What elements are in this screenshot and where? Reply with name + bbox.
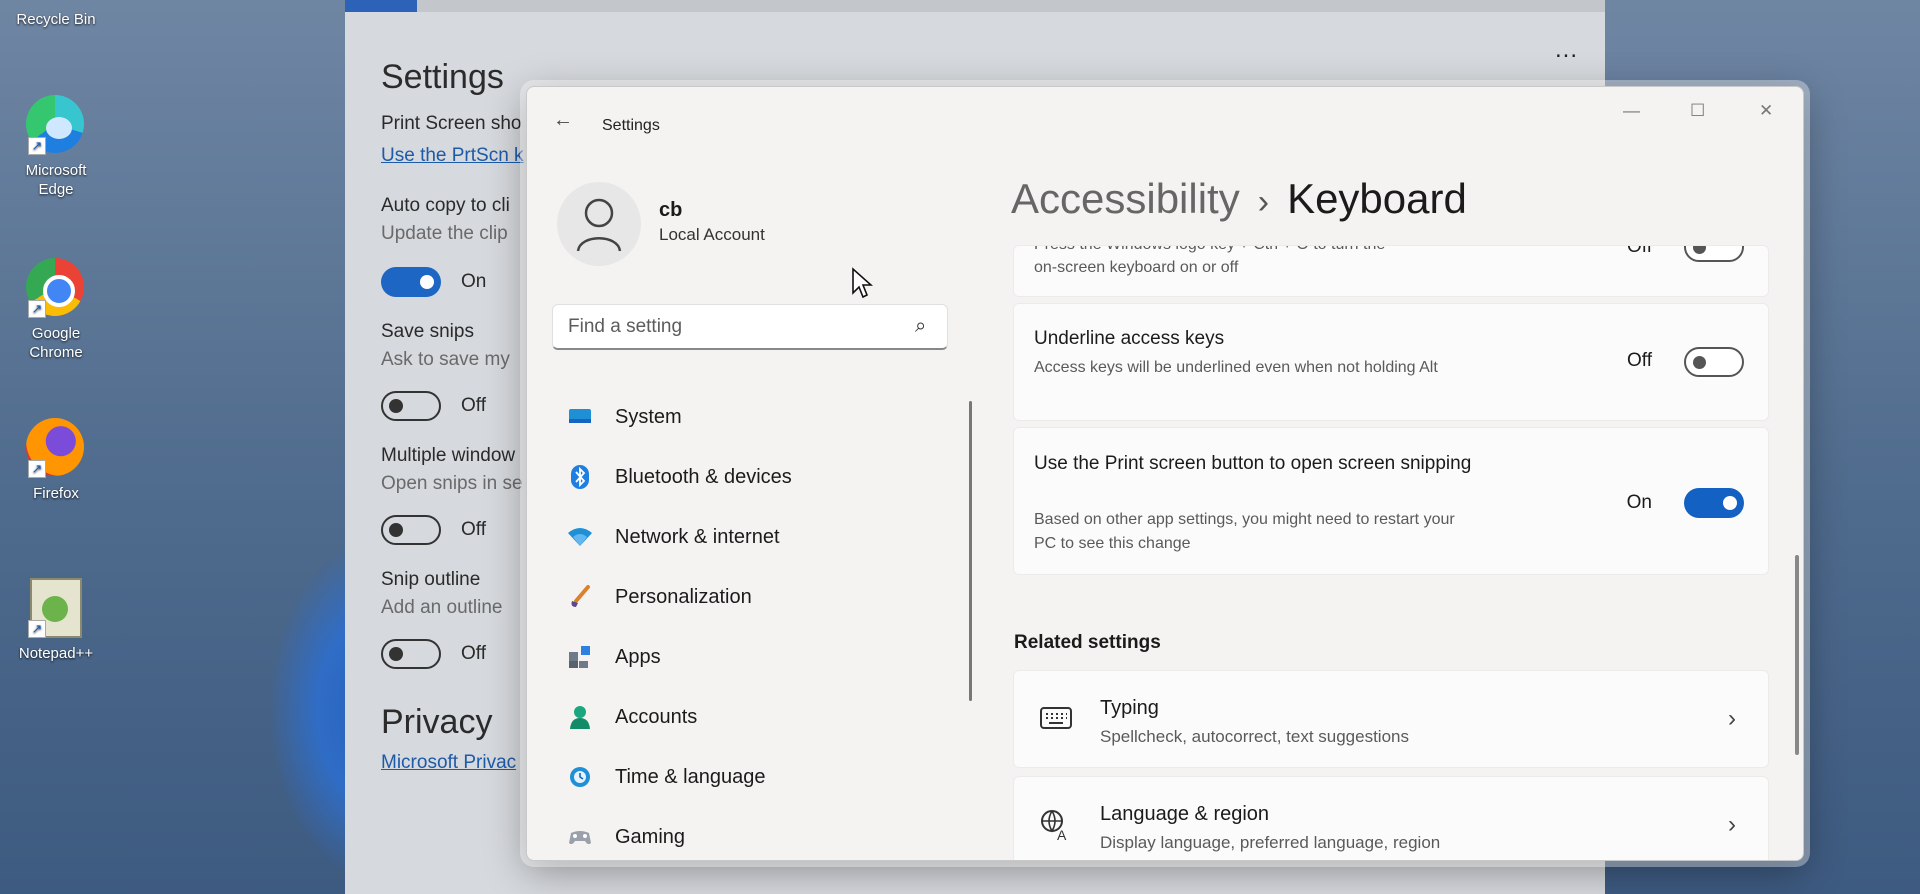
desktop-icon-recycle-bin[interactable]: Recycle Bin xyxy=(8,10,104,29)
sidebar-item-label: Gaming xyxy=(615,825,686,848)
sidebar-scrollbar[interactable] xyxy=(969,401,972,701)
sidebar-item-system[interactable]: System xyxy=(567,387,927,447)
sidebar-item-network[interactable]: Network & internet xyxy=(567,507,927,567)
related-item-typing[interactable]: Typing Spellcheck, autocorrect, text sug… xyxy=(1013,670,1769,768)
desktop-icon-label: Google Chrome xyxy=(29,325,83,361)
auto-copy-toggle[interactable] xyxy=(381,267,441,297)
toggle-state: Off xyxy=(461,395,486,416)
toggle-state: On xyxy=(461,271,487,292)
apps-icon xyxy=(567,644,593,670)
monitor-icon xyxy=(567,404,593,430)
window-top-bar xyxy=(417,0,1605,12)
setting-title: Underline access keys xyxy=(1034,328,1225,349)
content-scrollbar[interactable] xyxy=(1795,555,1799,755)
avatar[interactable] xyxy=(557,182,641,266)
multiple-windows-toggle[interactable] xyxy=(381,515,441,545)
sidebar-item-label: Apps xyxy=(615,645,661,668)
user-name: cb xyxy=(659,199,683,221)
sidebar-nav: System Bluetooth & devices Network & int… xyxy=(567,387,927,860)
snip-outline-toggle[interactable] xyxy=(381,639,441,669)
sidebar-item-personalization[interactable]: Personalization xyxy=(567,567,927,627)
language-icon: A xyxy=(1040,809,1072,846)
sidebar-item-label: Accounts xyxy=(615,705,698,728)
shortcut-arrow-icon: ↗ xyxy=(28,300,46,318)
setting-card-underline-access-keys: Underline access keys Access keys will b… xyxy=(1013,303,1769,421)
search-icon: ⌕ xyxy=(915,315,927,337)
toggle-state: Off xyxy=(461,519,486,540)
chevron-right-icon: › xyxy=(1728,705,1736,732)
keyboard-icon xyxy=(1040,707,1072,734)
search-input[interactable] xyxy=(552,304,948,350)
setting-card-print-screen: Use the Print screen button to open scre… xyxy=(1013,427,1769,575)
more-options-button[interactable]: ... xyxy=(1555,36,1578,64)
desktop-icon-label: Firefox xyxy=(33,485,79,502)
setting-subtitle: Access keys will be underlined even when… xyxy=(1034,359,1438,376)
controller-icon xyxy=(567,824,593,850)
window-title: Settings xyxy=(602,117,660,134)
sidebar-item-label: Personalization xyxy=(615,585,752,608)
desktop-icon-notepadpp[interactable]: ↗ Notepad++ xyxy=(8,578,104,663)
page-title: Keyboard xyxy=(1287,175,1467,222)
related-settings-heading: Related settings xyxy=(1014,632,1161,653)
window-accent-bar xyxy=(345,0,417,12)
onscreen-keyboard-toggle[interactable] xyxy=(1684,246,1744,262)
desktop-icon-label: Microsoft Edge xyxy=(25,162,87,198)
close-icon[interactable]: ✕ xyxy=(1759,101,1773,121)
breadcrumb-parent[interactable]: Accessibility xyxy=(1011,175,1240,222)
globe-clock-icon xyxy=(567,764,593,790)
toggle-state: Off xyxy=(1627,245,1652,257)
sidebar-item-gaming[interactable]: Gaming xyxy=(567,807,927,860)
bluetooth-icon xyxy=(567,464,593,490)
settings-window: ← Settings — ☐ ✕ cb Local Account ⌕ Syst… xyxy=(526,86,1804,861)
person-icon xyxy=(567,704,593,730)
desktop-icon-chrome[interactable]: ↗ Google Chrome xyxy=(8,258,104,362)
svg-text:A: A xyxy=(1057,827,1067,841)
minimize-icon[interactable]: — xyxy=(1623,101,1640,121)
shortcut-arrow-icon: ↗ xyxy=(28,137,46,155)
toggle-state: Off xyxy=(1627,350,1652,371)
back-arrow-icon[interactable]: ← xyxy=(553,109,573,132)
shortcut-arrow-icon: ↗ xyxy=(28,620,46,638)
sidebar-item-label: System xyxy=(615,405,682,428)
related-item-title: Typing xyxy=(1100,697,1159,719)
account-type: Local Account xyxy=(659,225,765,244)
sidebar-item-time-language[interactable]: Time & language xyxy=(567,747,927,807)
chevron-right-icon: › xyxy=(1728,811,1736,838)
desktop-icon-edge[interactable]: ↗ Microsoft Edge xyxy=(8,95,104,199)
toggle-state: Off xyxy=(461,643,486,664)
mouse-cursor-icon xyxy=(852,267,873,299)
settings-list: Press the Windows logo key + Ctrl + O to… xyxy=(1013,245,1769,581)
related-item-subtitle: Spellcheck, autocorrect, text suggestion… xyxy=(1100,727,1409,746)
setting-title: Press the Windows logo key + Ctrl + O to… xyxy=(1034,246,1385,254)
setting-subtitle: on-screen keyboard on or off xyxy=(1034,259,1239,276)
print-screen-toggle[interactable] xyxy=(1684,488,1744,518)
related-item-language-region[interactable]: A Language & region Display language, pr… xyxy=(1013,776,1769,860)
shortcut-arrow-icon: ↗ xyxy=(28,460,46,478)
toggle-state: On xyxy=(1626,492,1652,513)
desktop-icon-label: Notepad++ xyxy=(18,645,94,662)
sidebar-item-apps[interactable]: Apps xyxy=(567,627,927,687)
desktop-icon-firefox[interactable]: ↗ Firefox xyxy=(8,418,104,503)
wifi-icon xyxy=(567,524,593,550)
setting-card-onscreen-keyboard: Press the Windows logo key + Ctrl + O to… xyxy=(1013,245,1769,297)
title-bar: ← Settings — ☐ ✕ xyxy=(527,87,1803,143)
breadcrumb-separator: › xyxy=(1257,183,1270,221)
breadcrumb: Accessibility › Keyboard xyxy=(1011,175,1467,223)
setting-subtitle: Based on other app settings, you might n… xyxy=(1034,511,1455,552)
brush-icon xyxy=(567,584,593,610)
sidebar-item-label: Time & language xyxy=(615,765,766,788)
related-item-subtitle: Display language, preferred language, re… xyxy=(1100,833,1441,852)
setting-title: Use the Print screen button to open scre… xyxy=(1034,453,1472,474)
underline-access-keys-toggle[interactable] xyxy=(1684,347,1744,377)
related-item-title: Language & region xyxy=(1100,803,1270,825)
sidebar-item-label: Bluetooth & devices xyxy=(615,465,792,488)
save-snips-toggle[interactable] xyxy=(381,391,441,421)
user-icon xyxy=(576,198,622,252)
sidebar-item-label: Network & internet xyxy=(615,525,780,548)
sidebar-item-bluetooth[interactable]: Bluetooth & devices xyxy=(567,447,927,507)
sidebar-item-accounts[interactable]: Accounts xyxy=(567,687,927,747)
desktop-icon-label: Recycle Bin xyxy=(16,11,96,28)
maximize-icon[interactable]: ☐ xyxy=(1690,101,1705,121)
